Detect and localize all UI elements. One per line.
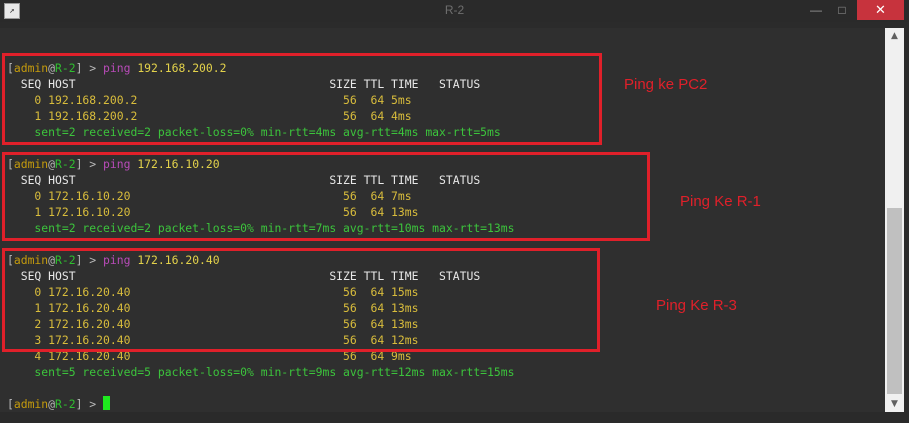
title-bar: ↗ R-2 — □ ✕ [0, 0, 909, 22]
scroll-down-arrow-icon[interactable]: ▼ [885, 396, 904, 412]
annotation-note: Ping ke PC2 [624, 76, 708, 93]
annotation-box [2, 53, 602, 145]
close-button[interactable]: ✕ [857, 0, 904, 20]
scrollbar-thumb[interactable] [887, 208, 902, 394]
annotation-note: Ping Ke R-3 [656, 297, 737, 314]
maximize-button[interactable]: □ [829, 0, 855, 20]
window-title: R-2 [444, 3, 465, 17]
annotation-box [2, 152, 650, 241]
annotation-box [2, 248, 600, 352]
ping-stats: sent=5 received=5 packet-loss=0% min-rtt… [7, 365, 515, 379]
window-bottom-border [0, 412, 909, 423]
scroll-up-arrow-icon[interactable]: ▲ [885, 28, 904, 44]
text-cursor [103, 396, 111, 410]
current-prompt-line[interactable]: [admin@R-2] > [7, 396, 111, 412]
minimize-button[interactable]: — [803, 0, 829, 20]
annotation-note: Ping Ke R-1 [680, 193, 761, 210]
vertical-scrollbar[interactable]: ▲ ▼ [885, 28, 904, 412]
